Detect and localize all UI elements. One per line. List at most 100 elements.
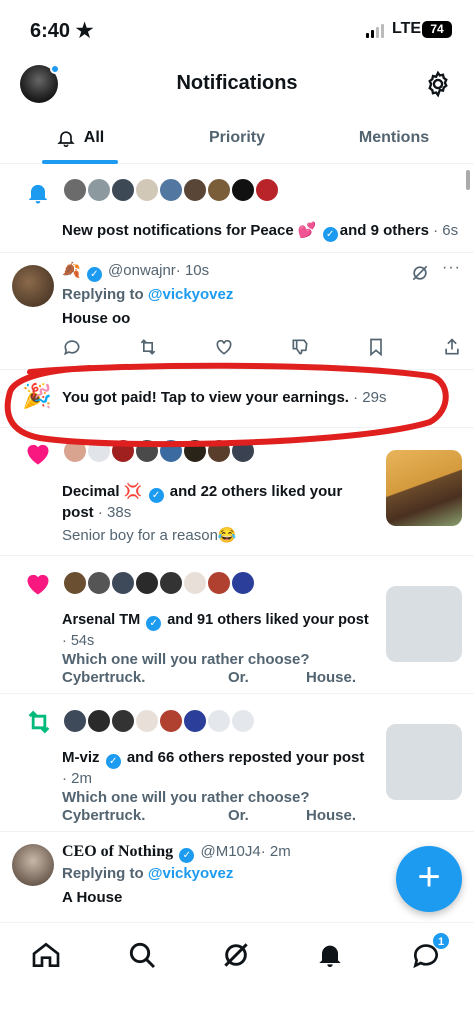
avatar (110, 438, 136, 464)
post-snippet: Which one will you rather choose? (62, 789, 310, 806)
repost-icon (28, 710, 50, 734)
post-thumbnail[interactable] (386, 724, 462, 800)
avatar (110, 708, 136, 734)
active-tab-indicator (42, 160, 118, 164)
gear-icon[interactable] (424, 70, 452, 98)
reply-body: House oo (62, 310, 131, 327)
timestamp: · 2m (62, 770, 92, 787)
avatar[interactable] (12, 265, 54, 307)
replying-to: Replying to @vickyovez (62, 285, 233, 305)
avatar (110, 570, 136, 596)
repost-icon[interactable] (138, 337, 158, 357)
avatar (86, 708, 112, 734)
grok-icon[interactable] (220, 939, 252, 971)
avatar-stack (62, 708, 256, 734)
like-text: Arsenal TM ✓ and 91 others liked your po… (62, 610, 372, 651)
reply-icon[interactable] (62, 337, 82, 357)
tab-priority[interactable]: Priority (186, 112, 288, 164)
notification-reply[interactable]: 🍂 ✓ @onwajnr· 10s ··· Replying to @vicky… (0, 253, 474, 370)
avatar (206, 708, 232, 734)
timestamp: · 2m (260, 843, 291, 860)
avatar (158, 708, 184, 734)
notification-like[interactable]: Arsenal TM ✓ and 91 others liked your po… (0, 556, 474, 694)
share-icon[interactable] (442, 337, 462, 357)
avatar (86, 570, 112, 596)
like-icon[interactable] (214, 337, 234, 357)
repost-text: M-viz ✓ and 66 others reposted your post… (62, 748, 372, 789)
avatar (206, 570, 232, 596)
avatar (86, 177, 112, 203)
page-title: Notifications (176, 72, 298, 94)
avatar (206, 177, 232, 203)
more-icon[interactable]: ··· (442, 259, 461, 277)
notification-like[interactable]: Decimal 💢 ✓ and 22 others liked your pos… (0, 428, 474, 556)
avatar (110, 177, 136, 203)
display-name: 🍂 (62, 262, 81, 279)
timestamp: · 6s (433, 222, 459, 239)
avatar (86, 438, 112, 464)
heart-icon (27, 574, 49, 595)
snippet-option: Or. (228, 669, 249, 686)
home-icon[interactable] (30, 939, 62, 971)
timestamp: · 54s (62, 633, 95, 649)
notification-new-posts[interactable]: New post notifications for Peace 💕 ✓ and … (0, 165, 474, 253)
search-icon[interactable] (126, 939, 158, 971)
compose-button[interactable]: + (396, 846, 462, 912)
tab-mentions[interactable]: Mentions (336, 112, 452, 164)
avatar (254, 177, 280, 203)
display-name: M-viz (62, 749, 100, 766)
snippet-option: Cybertruck. (62, 807, 146, 824)
avatar (158, 438, 184, 464)
dislike-icon[interactable] (290, 337, 310, 357)
notifications-icon[interactable] (314, 939, 346, 971)
replying-to-prefix: Replying to (62, 286, 144, 303)
verified-icon: ✓ (148, 488, 164, 503)
party-popper-icon: 🎉 (22, 383, 52, 410)
earnings-message: You got paid! Tap to view your earnings. (62, 389, 349, 406)
display-name: Decimal 💢 (62, 483, 143, 500)
bell-icon (57, 131, 75, 148)
display-name: Arsenal TM (62, 612, 141, 628)
avatar (62, 570, 88, 596)
notification-repost[interactable]: M-viz ✓ and 66 others reposted your post… (0, 694, 474, 832)
avatar (62, 177, 88, 203)
snippet-option: House. (306, 807, 357, 824)
avatar[interactable] (12, 844, 54, 886)
snippet-option: Or. (228, 807, 249, 824)
bell-icon (28, 184, 48, 204)
reply-body: A House (62, 889, 123, 906)
bottom-nav (0, 922, 474, 1024)
bookmark-icon[interactable] (366, 337, 386, 357)
display-name: CEO of Nothing (62, 843, 174, 860)
handle: @M10J4 (200, 843, 261, 860)
avatar (134, 177, 160, 203)
notification-earnings[interactable]: 🎉 You got paid! Tap to view your earning… (0, 370, 474, 428)
post-thumbnail[interactable] (386, 586, 462, 662)
handle: @onwajnr (108, 262, 176, 279)
snippet-option: Cybertruck. (62, 669, 146, 686)
avatar (62, 708, 88, 734)
post-snippet: Which one will you rather choose? (62, 651, 310, 668)
reply-header: 🍂 ✓ @onwajnr· 10s (62, 261, 209, 282)
grok-icon[interactable] (410, 263, 430, 283)
avatar-stack (62, 570, 256, 596)
avatar (230, 708, 256, 734)
avatar (182, 708, 208, 734)
post-thumbnail[interactable] (386, 450, 462, 526)
replying-to-handle[interactable]: @vickyovez (148, 865, 234, 882)
post-snippet: Senior boy for a reason😂 (62, 527, 237, 544)
tab-all-label: All (83, 129, 105, 146)
tab-all[interactable]: All (40, 112, 120, 164)
avatar (158, 177, 184, 203)
notification-suffix: and 9 others (339, 222, 429, 239)
avatar (230, 438, 256, 464)
network-type: LTE (392, 20, 422, 37)
repost-description: and 66 others reposted your post (126, 749, 365, 766)
avatar (182, 438, 208, 464)
replying-to-prefix: Replying to (62, 865, 144, 882)
avatar (230, 177, 256, 203)
earnings-text: You got paid! Tap to view your earnings.… (62, 388, 387, 408)
replying-to-handle[interactable]: @vickyovez (148, 286, 234, 303)
like-text: Decimal 💢 ✓ and 22 others liked your pos… (62, 482, 352, 523)
status-time: 6:40 ★ (30, 20, 94, 42)
